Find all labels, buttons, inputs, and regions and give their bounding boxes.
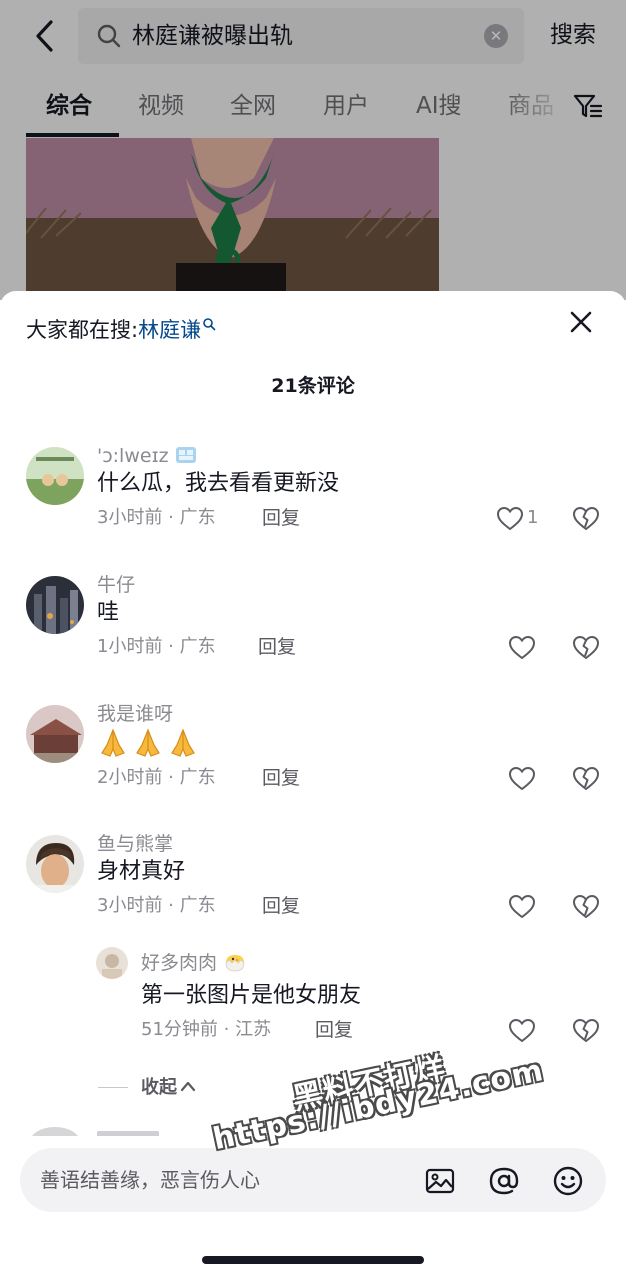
chevron-up-icon: [180, 1081, 196, 1092]
avatar-image: [96, 947, 128, 979]
badge-icon: [175, 447, 196, 463]
avatar[interactable]: [96, 947, 128, 979]
comment-placeholder: 善语结善缘，恶言伤人心: [40, 1168, 260, 1192]
comment-text: 哇: [97, 600, 120, 625]
comment-username[interactable]: 我是谁呀: [97, 701, 173, 727]
reply-button[interactable]: 回复: [262, 505, 300, 531]
comment-username[interactable]: 牛仔: [97, 572, 135, 598]
close-icon: [570, 311, 592, 333]
comment-text: 身材真好: [97, 859, 186, 884]
collapse-label: 收起: [141, 1075, 196, 1101]
mention-icon[interactable]: [488, 1165, 520, 1197]
avatar[interactable]: [26, 705, 84, 763]
avatar-image: [26, 705, 84, 763]
trending-search-suggestion[interactable]: 大家都在搜:林庭谦: [26, 315, 216, 345]
comment-time-location: 1小时前 · 广东: [97, 636, 216, 657]
comment-text: 第一张图片是他女朋友: [141, 983, 362, 1008]
suggest-keyword[interactable]: 林庭谦: [138, 318, 201, 342]
comment-time-location: 51分钟前 · 江苏: [141, 1019, 272, 1040]
reply-button[interactable]: 回复: [315, 1017, 353, 1043]
comment-count: 21条评论: [271, 375, 355, 397]
folded-hands-emoji: [101, 728, 195, 757]
avatar-image: [26, 576, 84, 634]
comment-time-location: 3小时前 · 广东: [97, 895, 216, 916]
comment-username[interactable]: 好多肉肉: [141, 949, 247, 976]
divider: [98, 1087, 128, 1088]
comment-input-bar: 善语结善缘，恶言伤人心: [0, 1136, 626, 1280]
image-icon[interactable]: [424, 1165, 456, 1197]
avatar[interactable]: [26, 447, 84, 505]
comment-input[interactable]: 善语结善缘，恶言伤人心: [20, 1148, 606, 1212]
like-icon[interactable]: [508, 1017, 536, 1045]
backdrop-overlay[interactable]: [0, 0, 626, 300]
reply-button[interactable]: 回复: [262, 765, 300, 791]
search-icon: [203, 318, 216, 331]
avatar[interactable]: [26, 576, 84, 634]
avatar[interactable]: [26, 835, 84, 893]
comment-username[interactable]: 鱼与熊掌: [97, 831, 173, 857]
comment-time-location: 2小时前 · 广东: [97, 767, 216, 788]
search-results-background: 林庭谦被曝出轨 ✕ 搜索 综合 视频 全网 用户 AI搜 商品: [0, 0, 626, 300]
dislike-icon[interactable]: [572, 765, 600, 793]
comment-time-location: 3小时前 · 广东: [97, 507, 216, 528]
close-button[interactable]: [566, 307, 596, 337]
like-icon[interactable]: [508, 634, 536, 662]
reply-button[interactable]: 回复: [258, 634, 296, 660]
comment-text: [97, 727, 201, 768]
reply-button[interactable]: 回复: [262, 893, 300, 919]
dislike-icon[interactable]: [572, 505, 600, 533]
like-icon[interactable]: [508, 893, 536, 921]
dislike-icon[interactable]: [572, 893, 600, 921]
comment-username[interactable]: 'ɔ:lweɪz: [97, 443, 197, 469]
dislike-icon[interactable]: [572, 1017, 600, 1045]
like-count: 1: [527, 507, 539, 528]
comment-text: 什么瓜，我去看看更新没: [97, 471, 340, 496]
comment-sheet: 大家都在搜:林庭谦 21条评论 'ɔ:lweɪz 什么瓜，我去看看更新没 3小时…: [0, 291, 626, 1280]
suggest-prefix: 大家都在搜:: [26, 318, 139, 342]
chick-emoji: [225, 955, 245, 972]
dislike-icon[interactable]: [572, 634, 600, 662]
emoji-icon[interactable]: [552, 1165, 584, 1197]
like-icon[interactable]: [496, 505, 524, 533]
home-indicator: [202, 1256, 424, 1264]
like-icon[interactable]: [508, 765, 536, 793]
avatar-image: [26, 835, 84, 893]
avatar-image: [26, 447, 84, 505]
